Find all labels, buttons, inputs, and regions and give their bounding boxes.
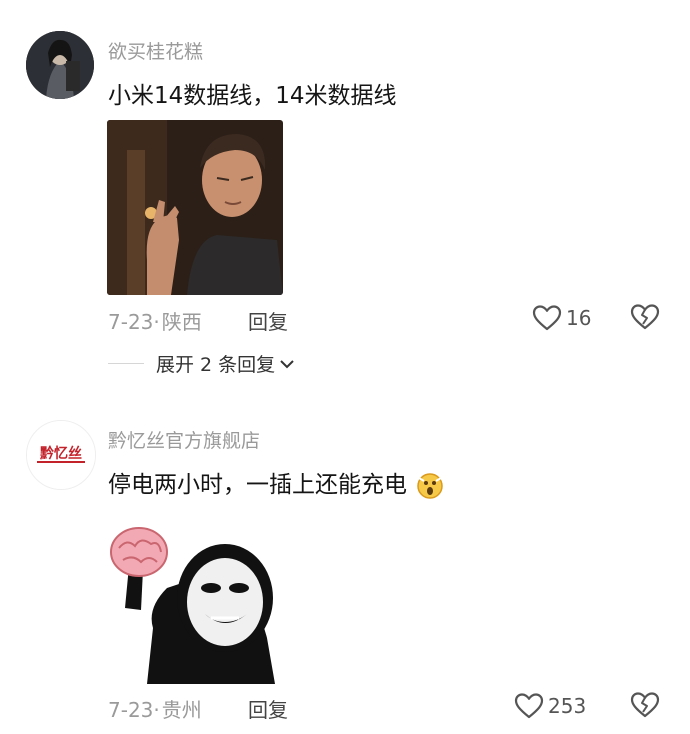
reply-button[interactable]: 回复 [248,306,288,335]
comment-text: 停电两小时，一插上还能充电 [108,465,444,500]
comment-image[interactable] [107,120,283,295]
comment-location: 贵州 [161,698,202,722]
reply-button[interactable]: 回复 [248,694,288,723]
like-button[interactable]: 16 [532,304,591,332]
comment-location: 陕西 [161,310,202,334]
comment-meta: 7-23· 陕西 [108,310,202,334]
comment-date: 7-23 [108,698,154,722]
username[interactable]: 欲买桂花糕 [108,37,203,64]
like-count: 253 [548,694,587,718]
expand-replies[interactable]: 展开 2 条回复 [108,350,295,377]
like-button[interactable]: 253 [514,692,586,720]
chevron-down-icon [280,359,294,368]
comment-text: 小米14数据线，14米数据线 [108,83,397,109]
comment-text-body: 停电两小时，一插上还能充电 [108,472,407,498]
comment-date: 7-23 [108,310,154,334]
like-count: 16 [566,306,592,330]
comment-meta: 7-23· 贵州 [108,698,202,722]
dislike-button[interactable] [630,691,660,723]
avatar[interactable] [26,31,94,99]
divider [108,363,144,364]
heart-outline-icon [514,693,544,719]
surprised-emoji-icon [417,472,444,499]
heart-outline-icon [532,305,562,331]
broken-heart-icon [630,692,660,718]
comment-image[interactable] [107,518,283,684]
dislike-button[interactable] [630,303,660,335]
broken-heart-icon [630,304,660,330]
username[interactable]: 黔忆丝官方旗舰店 [108,426,260,453]
expand-label: 展开 2 条回复 [156,354,276,376]
avatar[interactable]: 黔忆丝 [26,420,96,490]
avatar-brand-text: 黔忆丝 [40,446,82,462]
